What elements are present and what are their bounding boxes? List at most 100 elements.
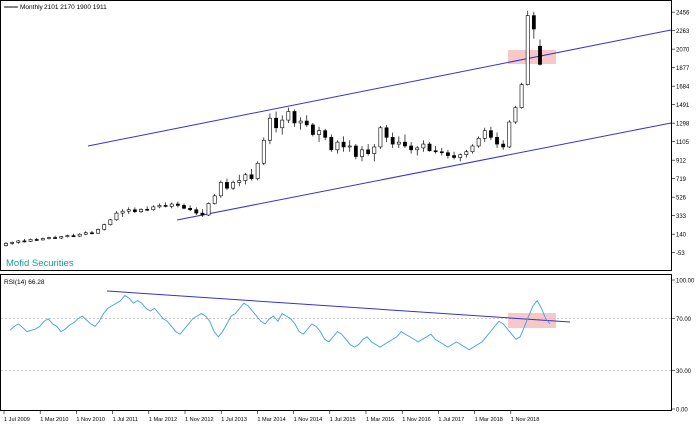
candle-body — [90, 232, 94, 235]
price-axis-label: 140 — [676, 233, 687, 239]
candle-body — [10, 242, 15, 244]
candle-body — [212, 195, 217, 204]
candle-body — [83, 232, 88, 235]
candle-body — [439, 151, 444, 154]
candle-body — [47, 237, 51, 239]
candle-body — [427, 143, 432, 152]
candle-body — [120, 210, 125, 214]
ohlc-readout: 2101 2170 1900 1911 — [44, 4, 107, 11]
candle-body — [114, 212, 119, 221]
time-axis-label: 1 Jul 2009 — [4, 417, 30, 423]
time-axis-label: 1 Nov 2018 — [511, 417, 540, 423]
time-axis-label: 1 Nov 2012 — [185, 417, 214, 423]
candle-body — [409, 145, 414, 151]
candle-body — [298, 120, 303, 124]
candle-body — [421, 143, 426, 149]
candle-body — [188, 208, 193, 211]
candle-body — [304, 120, 309, 126]
price-axis-label: 912 — [676, 159, 687, 165]
price-axis-label: 1491 — [676, 103, 690, 109]
candle-body — [268, 117, 272, 141]
chart-canvas[interactable]: ═══ Monthly 2101 2170 1900 1911 Mofid Se… — [0, 0, 700, 425]
candle-body — [4, 243, 8, 247]
chart-window[interactable]: ═══ Monthly 2101 2170 1900 1911 Mofid Se… — [0, 0, 700, 425]
candle-body — [28, 239, 33, 242]
candle-body — [495, 137, 499, 145]
candle-body — [40, 238, 45, 241]
candle-body — [59, 236, 64, 239]
candle-body — [163, 205, 168, 207]
candle-body — [323, 130, 328, 138]
candle-body — [470, 145, 475, 153]
candle-body — [102, 224, 107, 230]
candle-body — [464, 151, 469, 155]
price-axis-label: 1298 — [676, 122, 690, 128]
candle-body — [446, 152, 450, 156]
price-axis-label: -53 — [676, 251, 685, 257]
candle-body — [538, 45, 542, 65]
candle-body — [218, 182, 223, 197]
price-axis-label: 333 — [676, 214, 687, 220]
candle-body — [22, 240, 27, 243]
candle-body — [16, 240, 21, 243]
candle-body — [403, 141, 407, 147]
candle-body — [433, 150, 438, 153]
candle-body — [194, 209, 199, 214]
candle-body — [243, 174, 248, 181]
time-axis-label: 1 Nov 2016 — [402, 417, 431, 423]
candle-body — [482, 130, 487, 139]
candle-body — [249, 174, 254, 179]
candle-body — [169, 203, 174, 207]
price-axis-label: 1877 — [676, 66, 690, 72]
candle-body — [157, 205, 162, 208]
candle-body — [77, 233, 82, 237]
candle-body — [519, 84, 524, 108]
time-axis-label: 1 Mar 2012 — [149, 417, 177, 423]
candle-body — [53, 237, 58, 239]
candle-body — [366, 149, 371, 154]
candle-body — [317, 130, 321, 135]
candle-body — [531, 15, 536, 30]
candle-body — [71, 235, 76, 237]
price-axis-label: 526 — [676, 196, 687, 202]
time-axis-label: 1 Jul 2017 — [438, 417, 464, 423]
symbol-label: ═══ — [3, 4, 18, 11]
candle-body — [145, 208, 150, 211]
rsi-panel-frame — [0, 274, 672, 411]
price-panel-frame — [0, 0, 672, 271]
candle-body — [261, 139, 266, 164]
rsi-axis: 100.00 70.00 30.00 0.00 — [671, 279, 695, 414]
time-axis-label: 1 Jul 2013 — [221, 417, 247, 423]
candle-body — [96, 229, 100, 234]
candle-body — [175, 203, 180, 206]
candle-body — [353, 145, 358, 157]
candle-body — [488, 130, 493, 138]
candle-body — [335, 141, 340, 151]
candle-body — [139, 208, 143, 212]
price-axis-label: 2263 — [676, 29, 690, 35]
time-axis-label: 1 Nov 2014 — [294, 417, 323, 423]
candle-body — [347, 145, 352, 148]
time-axis-label: 1 Mar 2018 — [475, 417, 503, 423]
candle-body — [237, 180, 242, 183]
candle-body — [34, 239, 39, 241]
time-axis-label: 1 Mar 2016 — [366, 417, 394, 423]
candle-body — [415, 147, 420, 151]
candle-body — [126, 209, 131, 212]
candle-body — [513, 107, 518, 123]
candle-body — [396, 141, 401, 145]
candle-body — [329, 137, 334, 151]
candle-body — [151, 206, 156, 211]
candle-body — [476, 138, 481, 147]
rsi-axis-label: 30.00 — [676, 369, 692, 375]
candle-body — [390, 137, 395, 145]
time-axis-label: 1 Jul 2011 — [113, 417, 138, 423]
price-axis-label: 1105 — [676, 140, 690, 146]
candle-body — [108, 219, 113, 225]
rsi-axis-label: 0.00 — [676, 408, 688, 414]
time-axis-label: 1 Jul 2015 — [330, 417, 356, 423]
candle-body — [310, 124, 315, 135]
time-axis-label: 1 Mar 2010 — [40, 417, 68, 423]
candle-body — [378, 127, 383, 148]
candle-body — [200, 212, 205, 216]
